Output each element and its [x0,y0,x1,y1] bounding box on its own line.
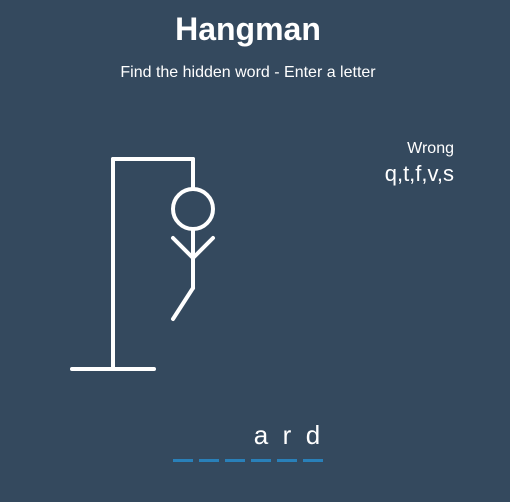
left-leg [171,286,195,321]
letter-slot [199,420,219,462]
game-instructions: Find the hidden word - Enter a letter [120,64,376,81]
letter-slot: r [277,420,297,462]
hidden-word: a r d [170,420,326,462]
letter-slot [225,420,245,462]
letter-slot: a [251,420,271,462]
game-title: Hangman [175,11,321,47]
right-arm [191,236,215,260]
letter-slot: d [303,420,323,462]
wrong-letters: q,t,f,v,s [384,161,454,186]
wrong-guesses-panel: Wrong q,t,f,v,s [385,138,454,188]
letter-slot [173,420,193,462]
wrong-label: Wrong [407,140,454,157]
hangman-figure-icon [70,157,215,371]
head [171,187,215,231]
left-arm [171,236,195,260]
